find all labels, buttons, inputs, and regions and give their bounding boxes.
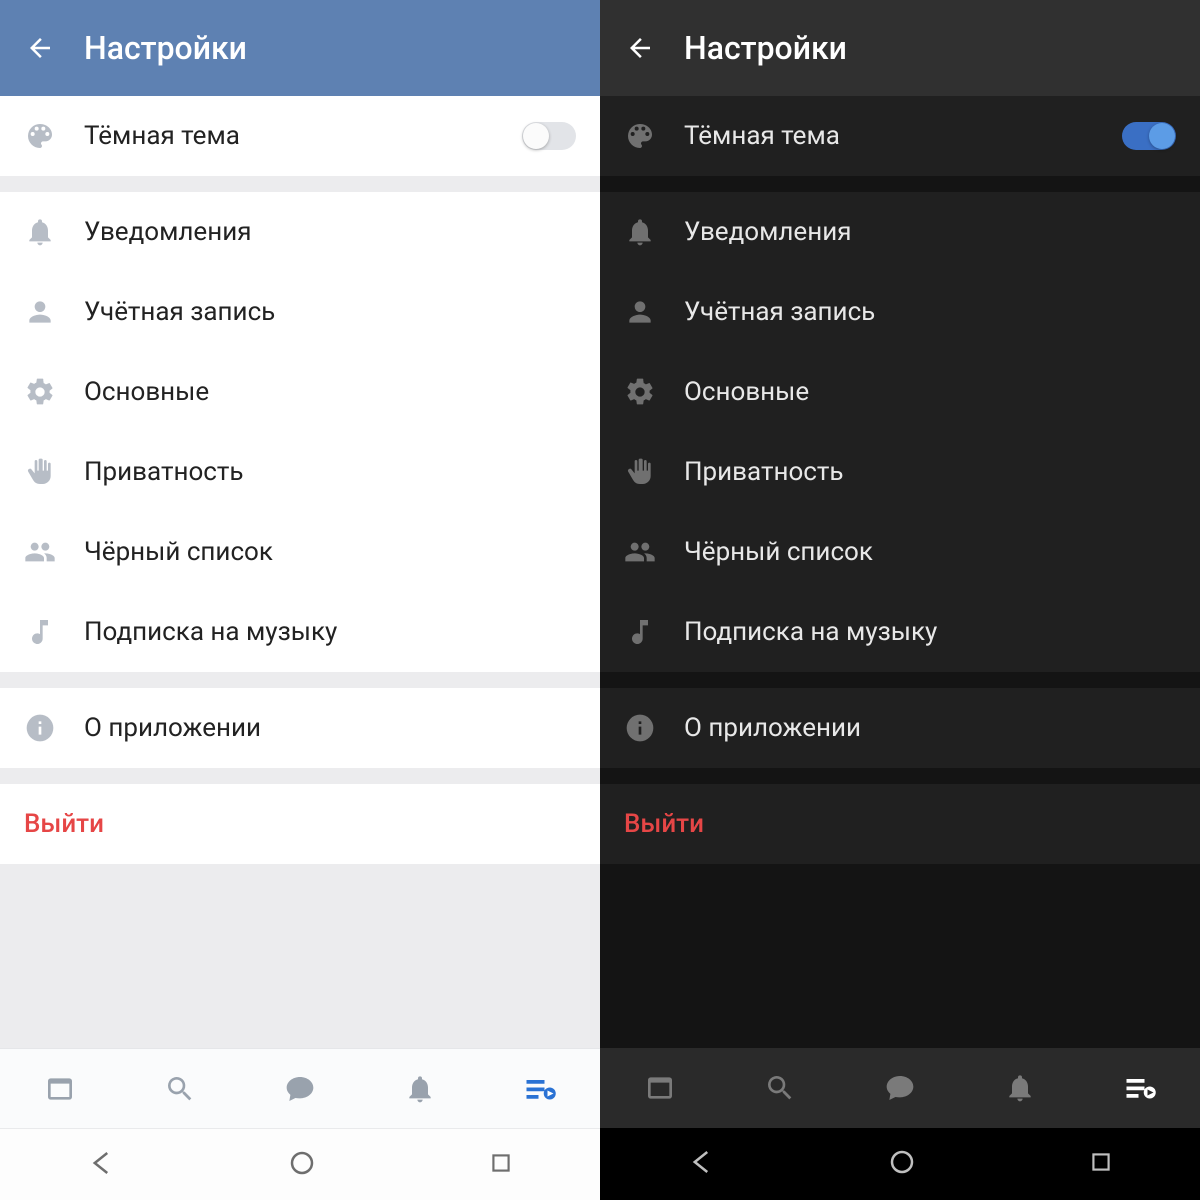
- section-about: О приложении: [0, 688, 600, 768]
- row-account[interactable]: Учётная запись: [0, 272, 600, 352]
- back-icon[interactable]: [24, 32, 56, 64]
- back-icon[interactable]: [624, 32, 656, 64]
- row-label: Основные: [684, 377, 1176, 407]
- row-label: Уведомления: [684, 217, 1176, 247]
- row-notifications[interactable]: Уведомления: [600, 192, 1200, 272]
- tab-bar: [600, 1048, 1200, 1128]
- row-general[interactable]: Основные: [0, 352, 600, 432]
- tab-feed[interactable]: [640, 1068, 680, 1108]
- row-privacy[interactable]: Приватность: [0, 432, 600, 512]
- divider: [0, 768, 600, 784]
- settings-panel-dark: Настройки Тёмная тема Уведомления Учётна…: [600, 0, 1200, 1200]
- palette-icon: [624, 120, 656, 152]
- row-label: Подписка на музыку: [684, 617, 1176, 647]
- logout-row[interactable]: Выйти: [0, 784, 600, 864]
- system-nav-bar: [0, 1128, 600, 1200]
- logout-row[interactable]: Выйти: [600, 784, 1200, 864]
- divider: [600, 672, 1200, 688]
- tab-menu[interactable]: [520, 1069, 560, 1109]
- info-icon: [624, 712, 656, 744]
- people-icon: [624, 536, 656, 568]
- people-icon: [24, 536, 56, 568]
- tab-messages[interactable]: [280, 1069, 320, 1109]
- row-label: Чёрный список: [684, 537, 1176, 567]
- row-label: Основные: [84, 377, 576, 407]
- header: Настройки: [0, 0, 600, 96]
- dark-theme-label: Тёмная тема: [684, 121, 1094, 151]
- dark-theme-row[interactable]: Тёмная тема: [0, 96, 600, 176]
- gear-icon: [624, 376, 656, 408]
- row-label: О приложении: [84, 713, 576, 743]
- page-title: Настройки: [684, 29, 847, 67]
- row-label: Подписка на музыку: [84, 617, 576, 647]
- nav-back-icon[interactable]: [686, 1147, 716, 1181]
- nav-home-icon[interactable]: [887, 1147, 917, 1181]
- row-blacklist[interactable]: Чёрный список: [600, 512, 1200, 592]
- section-theme: Тёмная тема: [0, 96, 600, 176]
- filler: [600, 880, 1200, 1048]
- tab-bar: [0, 1048, 600, 1128]
- music-icon: [24, 616, 56, 648]
- section-about: О приложении: [600, 688, 1200, 768]
- divider: [600, 864, 1200, 880]
- person-icon: [24, 296, 56, 328]
- row-about[interactable]: О приложении: [0, 688, 600, 768]
- info-icon: [24, 712, 56, 744]
- dark-theme-row[interactable]: Тёмная тема: [600, 96, 1200, 176]
- row-account[interactable]: Учётная запись: [600, 272, 1200, 352]
- bell-icon: [624, 216, 656, 248]
- section-main: Уведомления Учётная запись Основные Прив…: [600, 192, 1200, 672]
- divider: [0, 176, 600, 192]
- row-privacy[interactable]: Приватность: [600, 432, 1200, 512]
- filler: [0, 880, 600, 1048]
- row-about[interactable]: О приложении: [600, 688, 1200, 768]
- palette-icon: [24, 120, 56, 152]
- row-music[interactable]: Подписка на музыку: [600, 592, 1200, 672]
- row-label: О приложении: [684, 713, 1176, 743]
- row-label: Учётная запись: [684, 297, 1176, 327]
- row-label: Учётная запись: [84, 297, 576, 327]
- system-nav-bar: [600, 1128, 1200, 1200]
- dark-theme-toggle[interactable]: [1122, 122, 1176, 150]
- row-music[interactable]: Подписка на музыку: [0, 592, 600, 672]
- tab-search[interactable]: [160, 1069, 200, 1109]
- hand-icon: [624, 456, 656, 488]
- tab-notifications[interactable]: [400, 1069, 440, 1109]
- row-label: Чёрный список: [84, 537, 576, 567]
- tab-feed[interactable]: [40, 1069, 80, 1109]
- tab-menu[interactable]: [1120, 1068, 1160, 1108]
- row-label: Уведомления: [84, 217, 576, 247]
- divider: [600, 768, 1200, 784]
- tab-search[interactable]: [760, 1068, 800, 1108]
- row-label: Приватность: [84, 457, 576, 487]
- tab-messages[interactable]: [880, 1068, 920, 1108]
- bell-icon: [24, 216, 56, 248]
- nav-recent-icon[interactable]: [488, 1150, 514, 1180]
- divider: [0, 864, 600, 880]
- logout-label: Выйти: [624, 809, 704, 839]
- section-main: Уведомления Учётная запись Основные Прив…: [0, 192, 600, 672]
- nav-back-icon[interactable]: [86, 1148, 116, 1182]
- dark-theme-toggle[interactable]: [522, 122, 576, 150]
- divider: [0, 672, 600, 688]
- tab-notifications[interactable]: [1000, 1068, 1040, 1108]
- row-general[interactable]: Основные: [600, 352, 1200, 432]
- page-title: Настройки: [84, 29, 247, 67]
- row-label: Приватность: [684, 457, 1176, 487]
- logout-label: Выйти: [24, 809, 104, 839]
- dark-theme-label: Тёмная тема: [84, 121, 494, 151]
- settings-panel-light: Настройки Тёмная тема Уведомления Учётна…: [0, 0, 600, 1200]
- row-notifications[interactable]: Уведомления: [0, 192, 600, 272]
- hand-icon: [24, 456, 56, 488]
- header: Настройки: [600, 0, 1200, 96]
- nav-recent-icon[interactable]: [1088, 1149, 1114, 1179]
- row-blacklist[interactable]: Чёрный список: [0, 512, 600, 592]
- divider: [600, 176, 1200, 192]
- gear-icon: [24, 376, 56, 408]
- section-theme: Тёмная тема: [600, 96, 1200, 176]
- music-icon: [624, 616, 656, 648]
- person-icon: [624, 296, 656, 328]
- nav-home-icon[interactable]: [287, 1148, 317, 1182]
